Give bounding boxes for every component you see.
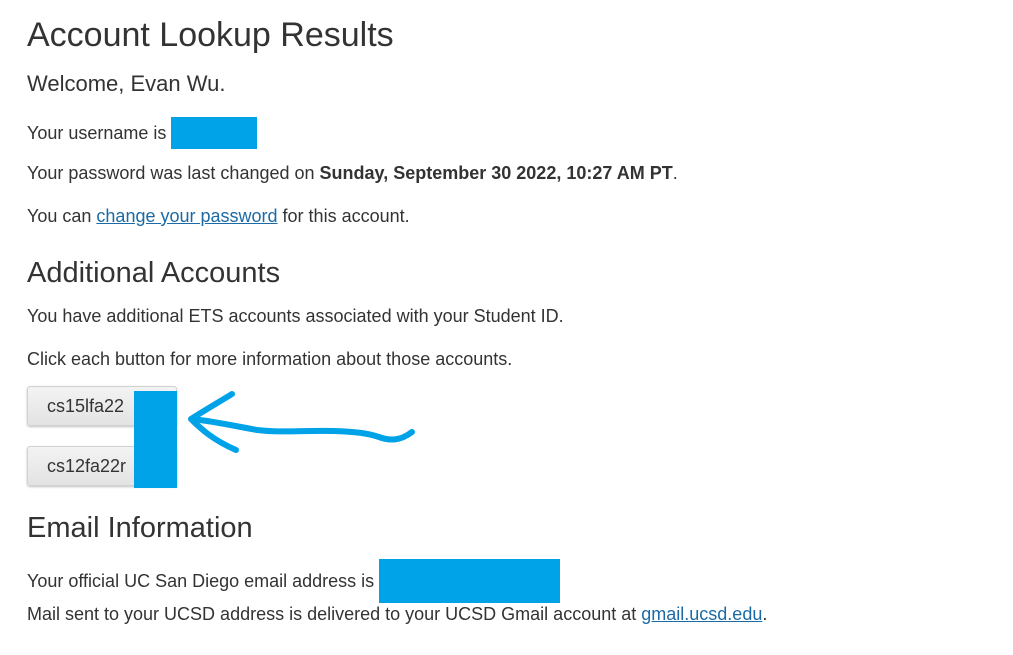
change-password-suffix: for this account. — [282, 206, 410, 226]
additional-accounts-instruction: Click each button for more information a… — [27, 349, 513, 369]
account-lookup-page: Account Lookup Results Welcome, Evan Wu.… — [27, 0, 987, 655]
official-email-label: Your official UC San Diego email address… — [27, 570, 375, 591]
username-label: Your username is — [27, 122, 167, 143]
welcome-message: Welcome, Evan Wu. — [27, 71, 226, 96]
password-changed-period: . — [672, 163, 678, 183]
gmail-delivery-line: Mail sent to your UCSD address is delive… — [27, 602, 767, 626]
password-changed-line: Your password was last changed on Sunday… — [27, 161, 678, 185]
change-password-prefix: You can — [27, 206, 92, 226]
username-redaction — [171, 117, 258, 149]
password-changed-date: Sunday, September 30 2022, 10:27 AM PT — [319, 163, 673, 183]
gmail-delivery-period: . — [762, 604, 768, 624]
additional-accounts-text: You have additional ETS accounts associa… — [27, 306, 564, 326]
gmail-delivery-text: Mail sent to your UCSD address is delive… — [27, 604, 637, 624]
gmail-link[interactable]: gmail.ucsd.edu — [641, 604, 762, 624]
page-title: Account Lookup Results — [27, 16, 394, 54]
official-email-redaction — [379, 559, 561, 603]
password-changed-label: Your password was last changed on — [27, 163, 315, 183]
username-line: Your username is — [27, 117, 258, 150]
change-password-link[interactable]: change your password — [96, 206, 277, 226]
change-password-line: You can change your password for this ac… — [27, 204, 410, 228]
additional-accounts-heading: Additional Accounts — [27, 257, 281, 289]
account-buttons-redaction — [134, 391, 177, 488]
official-email-line: Your official UC San Diego email address… — [27, 559, 561, 604]
email-information-heading: Email Information — [27, 512, 253, 544]
hand-drawn-arrow-annotation — [188, 391, 415, 453]
